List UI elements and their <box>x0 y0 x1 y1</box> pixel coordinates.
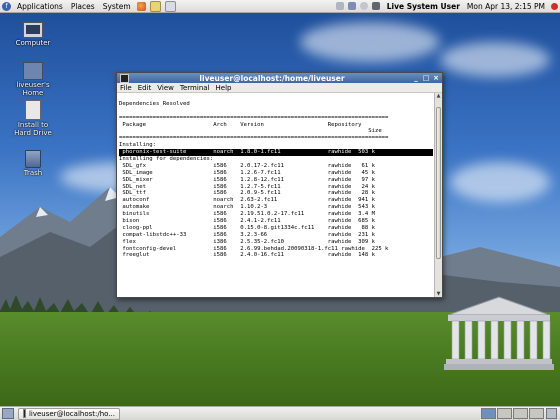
desktop-icon-home[interactable]: liveuser's Home <box>8 62 58 97</box>
scroll-down-icon[interactable]: ▼ <box>435 291 442 297</box>
desktop-icon-label: Install to Hard Drive <box>14 121 52 137</box>
window-title: liveuser@localhost:/home/liveuser <box>199 73 345 83</box>
install-icon <box>25 100 41 120</box>
desktop-icon-install[interactable]: Install to Hard Drive <box>8 100 58 137</box>
terminal-line: Installing for dependencies: <box>119 156 214 163</box>
power-icon[interactable] <box>551 2 558 10</box>
trash-icon <box>25 150 41 168</box>
terminal-line: Installing: <box>119 142 157 149</box>
terminal-line: binutils i586 2.19.51.0.2-17.fc11 rawhid… <box>119 211 375 218</box>
menu-view[interactable]: View <box>154 84 177 92</box>
close-icon[interactable]: × <box>432 74 440 82</box>
minimize-icon[interactable]: _ <box>412 74 420 82</box>
terminal-icon <box>23 409 26 418</box>
menu-file[interactable]: File <box>117 84 135 92</box>
computer-icon <box>23 22 43 38</box>
workspace-2[interactable] <box>497 408 512 419</box>
terminal-line: SDL_net i586 1.2.7-5.fc11 rawhide 24 k <box>119 183 375 190</box>
terminal-line: SDL_mixer i586 1.2.8-12.fc11 rawhide 97 … <box>119 176 375 183</box>
terminal-line: SDL_image i586 1.2.6-7.fc11 rawhide 45 k <box>119 169 375 176</box>
terminal-line: ========================================… <box>119 135 389 142</box>
terminal-line: Package Arch Version Repository <box>119 121 362 128</box>
terminal-output[interactable]: Dependencies Resolved ===================… <box>117 93 442 297</box>
places-menu[interactable]: Places <box>67 2 99 11</box>
terminal-line: ========================================… <box>119 114 389 121</box>
terminal-window[interactable]: liveuser@localhost:/home/liveuser _ □ × … <box>116 72 443 298</box>
scroll-up-icon[interactable]: ▲ <box>435 93 442 99</box>
workspace-3[interactable] <box>513 408 528 419</box>
menu-edit[interactable]: Edit <box>135 84 155 92</box>
top-panel: f Applications Places System Live System… <box>0 0 560 13</box>
taskbar-label: liveuser@localhost:/ho... <box>28 409 115 418</box>
terminal-line: automake noarch 1.10.2-3 rawhide 543 k <box>119 204 375 211</box>
show-desktop-icon[interactable] <box>2 408 14 419</box>
window-titlebar[interactable]: liveuser@localhost:/home/liveuser _ □ × <box>117 73 442 83</box>
scroll-thumb[interactable] <box>436 107 441 259</box>
home-folder-icon <box>23 62 43 80</box>
selected-terminal-line: phoronix-test-suite noarch 1.8.0-1.fc11 … <box>119 149 433 157</box>
firefox-launcher-icon[interactable] <box>136 1 146 11</box>
terminal-icon <box>120 73 129 83</box>
trash-applet-icon[interactable] <box>546 408 557 419</box>
desktop-icon-trash[interactable]: Trash <box>8 150 58 177</box>
network-icon[interactable] <box>335 2 344 10</box>
note-launcher-icon[interactable] <box>164 0 176 12</box>
cloud <box>440 42 550 77</box>
terminal-line: freeglut i586 2.4.0-16.fc11 rawhide 148 … <box>119 252 375 259</box>
volume-icon[interactable] <box>371 2 380 10</box>
terminal-line: flex i386 2.5.35-2.fc10 rawhide 309 k <box>119 238 375 245</box>
scrollbar[interactable]: ▲ ▼ <box>434 93 442 297</box>
maximize-icon[interactable]: □ <box>422 74 430 82</box>
desktop-icon-computer[interactable]: Computer <box>8 22 58 47</box>
clock[interactable]: Mon Apr 13, 2:15 PM <box>465 2 549 11</box>
bluetooth-icon[interactable] <box>359 2 368 10</box>
menu-help[interactable]: Help <box>213 84 235 92</box>
terminal-line: compat-libstdc++-33 i586 3.2.3-66 rawhid… <box>119 231 375 238</box>
cloud <box>300 22 440 62</box>
display-icon[interactable] <box>347 2 356 10</box>
applications-menu[interactable]: Applications <box>13 2 67 11</box>
terminal-text: Dependencies Resolved ===================… <box>119 94 433 259</box>
desktop-icon-label: liveuser's Home <box>16 81 50 97</box>
terminal-line: autoconf noarch 2.63-2.fc11 rawhide 941 … <box>119 197 375 204</box>
fedora-logo-icon[interactable]: f <box>2 1 11 11</box>
terminal-line: cloog-ppl i586 0.15.0-8.git1334c.fc11 ra… <box>119 224 375 231</box>
desktop-icon-label: Trash <box>23 169 43 177</box>
bottom-panel: liveuser@localhost:/ho... <box>0 406 560 420</box>
system-menu[interactable]: System <box>99 2 135 11</box>
terminal-line: Size <box>119 128 382 135</box>
mail-launcher-icon[interactable] <box>149 0 161 12</box>
user-switcher[interactable]: Live System User <box>382 2 465 11</box>
terminal-line: SDL_ttf i586 2.0.9-5.fc11 rawhide 28 k <box>119 190 375 197</box>
terminal-line: bison i586 2.4.1-2.fc11 rawhide 685 k <box>119 218 375 225</box>
workspace-switcher <box>480 408 544 419</box>
terminal-line: fontconfig-devel i586 2.6.99.behdad.2009… <box>119 245 389 252</box>
notification-area: Live System User Mon Apr 13, 2:15 PM <box>334 0 560 12</box>
desktop-icon-label: Computer <box>15 39 51 47</box>
window-menubar: File Edit View Terminal Help <box>117 83 442 93</box>
workspace-4[interactable] <box>529 408 544 419</box>
main-menu: f Applications Places System <box>0 0 178 12</box>
greek-temple <box>444 296 554 370</box>
terminal-line: SDL_gfx i586 2.0.17-2.fc11 rawhide 61 k <box>119 162 375 169</box>
taskbar-terminal-button[interactable]: liveuser@localhost:/ho... <box>18 407 120 420</box>
terminal-line: Dependencies Resolved <box>119 100 190 107</box>
workspace-1[interactable] <box>481 408 496 419</box>
menu-terminal[interactable]: Terminal <box>177 84 213 92</box>
